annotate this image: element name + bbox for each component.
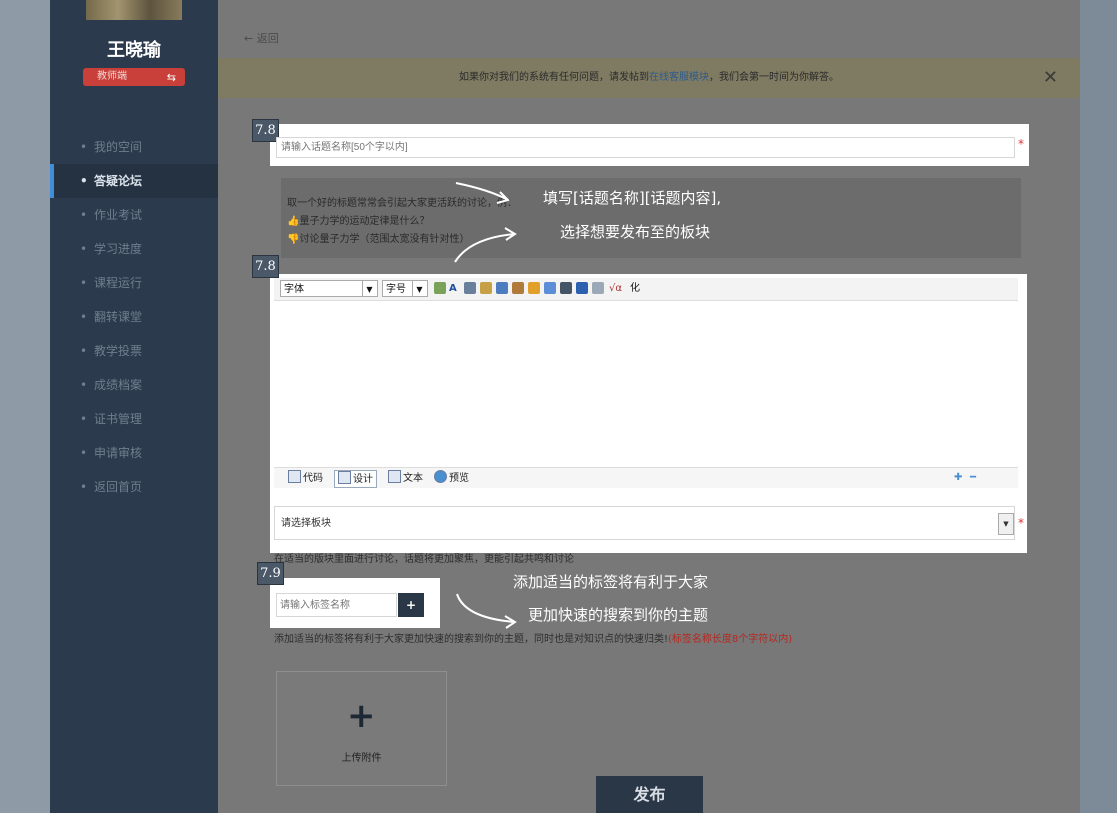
arrow-icon [455, 182, 510, 204]
annotation-arrows [454, 182, 517, 629]
arrow-icon [454, 227, 517, 263]
arrow-icon [456, 593, 517, 629]
